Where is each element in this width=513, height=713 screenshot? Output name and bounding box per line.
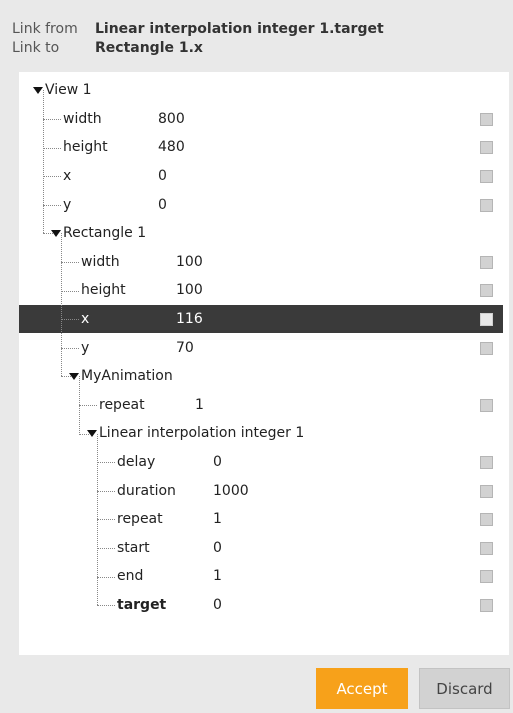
property-value: 0 bbox=[158, 168, 167, 185]
tree-connector-line bbox=[79, 404, 97, 406]
tree-node-row[interactable]: MyAnimation bbox=[19, 362, 503, 391]
property-row[interactable]: delay 0 bbox=[19, 448, 503, 477]
property-value: 0 bbox=[158, 196, 167, 213]
link-checkbox[interactable] bbox=[480, 398, 493, 412]
property-value: 70 bbox=[176, 339, 194, 356]
tree-connector-line bbox=[97, 519, 115, 521]
tree-connector-line bbox=[43, 233, 53, 235]
property-name: end bbox=[117, 568, 144, 585]
tree-connector-line bbox=[43, 118, 61, 120]
tree-node-row[interactable]: View 1 bbox=[19, 76, 503, 105]
property-row[interactable]: duration 1000 bbox=[19, 476, 503, 505]
tree-connector-line bbox=[43, 147, 61, 149]
tree-node-row[interactable]: Linear interpolation integer 1 bbox=[19, 419, 503, 448]
property-value: 1000 bbox=[213, 482, 249, 499]
property-value: 100 bbox=[176, 253, 203, 270]
link-checkbox[interactable] bbox=[480, 112, 493, 126]
property-row[interactable]: x 116 bbox=[19, 304, 503, 334]
property-value: 480 bbox=[158, 139, 185, 156]
tree-connector-line bbox=[43, 176, 61, 178]
property-name: repeat bbox=[117, 511, 163, 528]
tree-connector-line bbox=[79, 433, 89, 435]
expand-arrow-icon[interactable] bbox=[33, 87, 43, 95]
tree-connector-line bbox=[43, 90, 44, 234]
property-value: 116 bbox=[176, 311, 203, 328]
property-value: 1 bbox=[213, 511, 222, 528]
property-name: x bbox=[81, 311, 90, 328]
property-name: start bbox=[117, 539, 150, 556]
property-name: target bbox=[117, 597, 167, 614]
tree-connector-line bbox=[43, 204, 61, 206]
tree-connector-line bbox=[97, 547, 115, 549]
link-checkbox[interactable] bbox=[480, 456, 493, 470]
accept-button[interactable]: Accept bbox=[316, 668, 408, 709]
property-name: x bbox=[63, 168, 72, 185]
property-row[interactable]: width 800 bbox=[19, 105, 503, 134]
property-name: height bbox=[63, 139, 108, 156]
link-to-label: Link to bbox=[12, 40, 60, 56]
property-row[interactable]: repeat 1 bbox=[19, 505, 503, 534]
node-name: Linear interpolation integer 1 bbox=[99, 425, 305, 442]
property-value: 1 bbox=[213, 568, 222, 585]
link-to-value: Rectangle 1.x bbox=[95, 40, 203, 56]
tree-connector-line bbox=[61, 290, 79, 292]
tree-node-row[interactable]: Rectangle 1 bbox=[19, 219, 503, 248]
link-from-value: Linear interpolation integer 1.target bbox=[95, 21, 384, 37]
link-checkbox[interactable] bbox=[480, 570, 493, 584]
property-row[interactable]: height 480 bbox=[19, 133, 503, 162]
property-value: 100 bbox=[176, 282, 203, 299]
node-name: Rectangle 1 bbox=[63, 225, 147, 242]
link-checkbox[interactable] bbox=[480, 313, 493, 327]
node-name: View 1 bbox=[45, 82, 92, 99]
property-name: repeat bbox=[99, 396, 145, 413]
property-row[interactable]: start 0 bbox=[19, 534, 503, 563]
tree-connector-line bbox=[61, 319, 79, 321]
property-tree: View 1 width 800 height 480 x 0 y 0 Rectangle 1 wi… bbox=[19, 72, 509, 655]
property-value: 1 bbox=[195, 396, 204, 413]
link-checkbox[interactable] bbox=[480, 541, 493, 555]
property-value: 0 bbox=[213, 454, 222, 471]
discard-button[interactable]: Discard bbox=[419, 668, 510, 709]
property-name: height bbox=[81, 282, 126, 299]
property-row[interactable]: target 0 bbox=[19, 591, 503, 620]
property-name: y bbox=[81, 339, 90, 356]
link-checkbox[interactable] bbox=[480, 599, 493, 613]
tree-connector-line bbox=[61, 261, 79, 263]
property-name: y bbox=[63, 196, 72, 213]
property-value: 0 bbox=[213, 597, 222, 614]
property-row[interactable]: width 100 bbox=[19, 248, 503, 277]
link-to-row: Link to Rectangle 1.x bbox=[12, 39, 384, 58]
link-from-row: Link from Linear interpolation integer 1… bbox=[12, 20, 384, 39]
link-checkbox[interactable] bbox=[480, 484, 493, 498]
link-checkbox[interactable] bbox=[480, 170, 493, 184]
tree-connector-line bbox=[97, 576, 115, 578]
link-header: Link from Linear interpolation integer 1… bbox=[12, 20, 384, 58]
tree-connector-line bbox=[61, 376, 71, 378]
property-row[interactable]: height 100 bbox=[19, 276, 503, 305]
property-name: width bbox=[63, 110, 102, 127]
tree-connector-line bbox=[97, 490, 115, 492]
property-row[interactable]: x0 bbox=[19, 162, 503, 191]
link-checkbox[interactable] bbox=[480, 513, 493, 527]
link-checkbox[interactable] bbox=[480, 255, 493, 269]
tree-connector-line bbox=[97, 462, 115, 464]
property-value: 0 bbox=[213, 539, 222, 556]
property-row[interactable]: end 1 bbox=[19, 562, 503, 591]
link-from-label: Link from bbox=[12, 21, 78, 37]
tree-connector-line bbox=[61, 233, 62, 377]
link-checkbox[interactable] bbox=[480, 141, 493, 155]
tree-connector-line bbox=[61, 347, 79, 349]
property-row[interactable]: y 70 bbox=[19, 333, 503, 362]
tree-connector-line bbox=[97, 605, 115, 607]
link-checkbox[interactable] bbox=[480, 198, 493, 212]
link-checkbox[interactable] bbox=[480, 341, 493, 355]
property-name: duration bbox=[117, 482, 176, 499]
property-name: width bbox=[81, 253, 120, 270]
property-row[interactable]: y0 bbox=[19, 190, 503, 219]
property-name: delay bbox=[117, 454, 156, 471]
link-checkbox[interactable] bbox=[480, 284, 493, 298]
property-value: 800 bbox=[158, 110, 185, 127]
node-name: MyAnimation bbox=[81, 368, 173, 385]
